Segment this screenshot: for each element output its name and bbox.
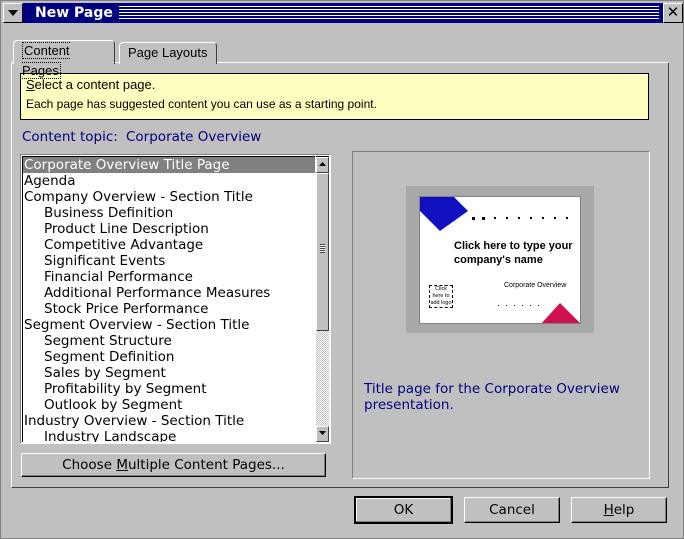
hint-body: Each page has suggested content you can …	[26, 97, 377, 111]
thumbnail-bottom-dots	[498, 305, 539, 306]
list-item[interactable]: Profitability by Segment	[23, 381, 315, 397]
list-item[interactable]: Financial Performance	[23, 269, 315, 285]
list-item[interactable]: Additional Performance Measures	[23, 285, 315, 301]
hint-box: Select a content page. Each page has sug…	[20, 73, 649, 120]
list-scrollbar[interactable]	[316, 156, 329, 442]
new-page-dialog: New Page ✕ Page Layouts Content Pages Se…	[0, 0, 684, 539]
list-item[interactable]: Sales by Segment	[23, 365, 315, 381]
choose-button-text-before: Choose	[62, 457, 117, 473]
window-title: New Page	[35, 4, 119, 22]
help-button-mnemonic: H	[603, 502, 614, 518]
list-item[interactable]: Segment Overview - Section Title	[23, 317, 315, 333]
content-pages-list[interactable]: Corporate Overview Title Page Agenda Compa…	[20, 154, 331, 444]
scroll-down-icon[interactable]	[316, 426, 329, 442]
scroll-grip-icon	[320, 244, 325, 253]
list-item[interactable]: Segment Structure	[23, 333, 315, 349]
list-item[interactable]: Stock Price Performance	[23, 301, 315, 317]
choose-button-mnemonic: M	[116, 457, 128, 473]
list-item[interactable]: Outlook by Segment	[23, 397, 315, 413]
thumbnail-bottom-triangle	[541, 303, 580, 323]
thumbnail-top-triangle	[420, 197, 468, 231]
list-item[interactable]: Business Definition	[23, 205, 315, 221]
ok-button[interactable]: OK	[354, 496, 453, 524]
list-item[interactable]: Product Line Description	[23, 221, 315, 237]
tab-content-pages[interactable]: Content Pages	[13, 40, 115, 79]
thumbnail-dotted-line	[472, 217, 568, 220]
choose-button-text-after: ultiple Content Pages...	[127, 457, 285, 473]
list-item[interactable]: Segment Definition	[23, 349, 315, 365]
title-bar-pattern	[111, 6, 659, 20]
thumbnail-logo-placeholder: Click here to add logo	[429, 285, 453, 308]
list-item[interactable]: Competitive Advantage	[23, 237, 315, 253]
tab-page-layouts-label: Page Layouts	[128, 45, 208, 60]
content-pages-list-items: Corporate Overview Title Page Agenda Compa…	[22, 156, 315, 442]
list-item[interactable]: Company Overview - Section Title	[23, 189, 315, 205]
cancel-button[interactable]: Cancel	[464, 497, 560, 523]
help-button-text: elp	[613, 502, 635, 518]
thumbnail-subtitle: Corporate Overview	[504, 282, 567, 289]
content-topic-label: Content topic:	[22, 129, 118, 145]
close-icon[interactable]: ✕	[663, 3, 683, 23]
list-item[interactable]: Corporate Overview Title Page	[23, 157, 315, 173]
list-item[interactable]: Industry Overview - Section Title	[23, 413, 315, 429]
scroll-up-icon[interactable]	[316, 157, 329, 173]
list-item[interactable]: Industry Landscape	[23, 429, 315, 442]
help-button[interactable]: Help	[571, 497, 667, 523]
scroll-thumb[interactable]	[316, 173, 329, 331]
thumbnail-title-placeholder: Click here to type your company's name	[454, 240, 573, 266]
preview-description: Title page for the Corporate Overview pr…	[364, 381, 620, 413]
system-menu-icon[interactable]	[3, 3, 23, 23]
choose-multiple-content-pages-button[interactable]: Choose Multiple Content Pages...	[21, 453, 326, 477]
title-bar[interactable]: New Page ✕	[3, 3, 683, 23]
list-item[interactable]: Agenda	[23, 173, 315, 189]
content-topic-value: Corporate Overview	[126, 129, 262, 145]
tab-page-layouts[interactable]: Page Layouts	[119, 42, 217, 64]
list-item[interactable]: Significant Events	[23, 253, 315, 269]
